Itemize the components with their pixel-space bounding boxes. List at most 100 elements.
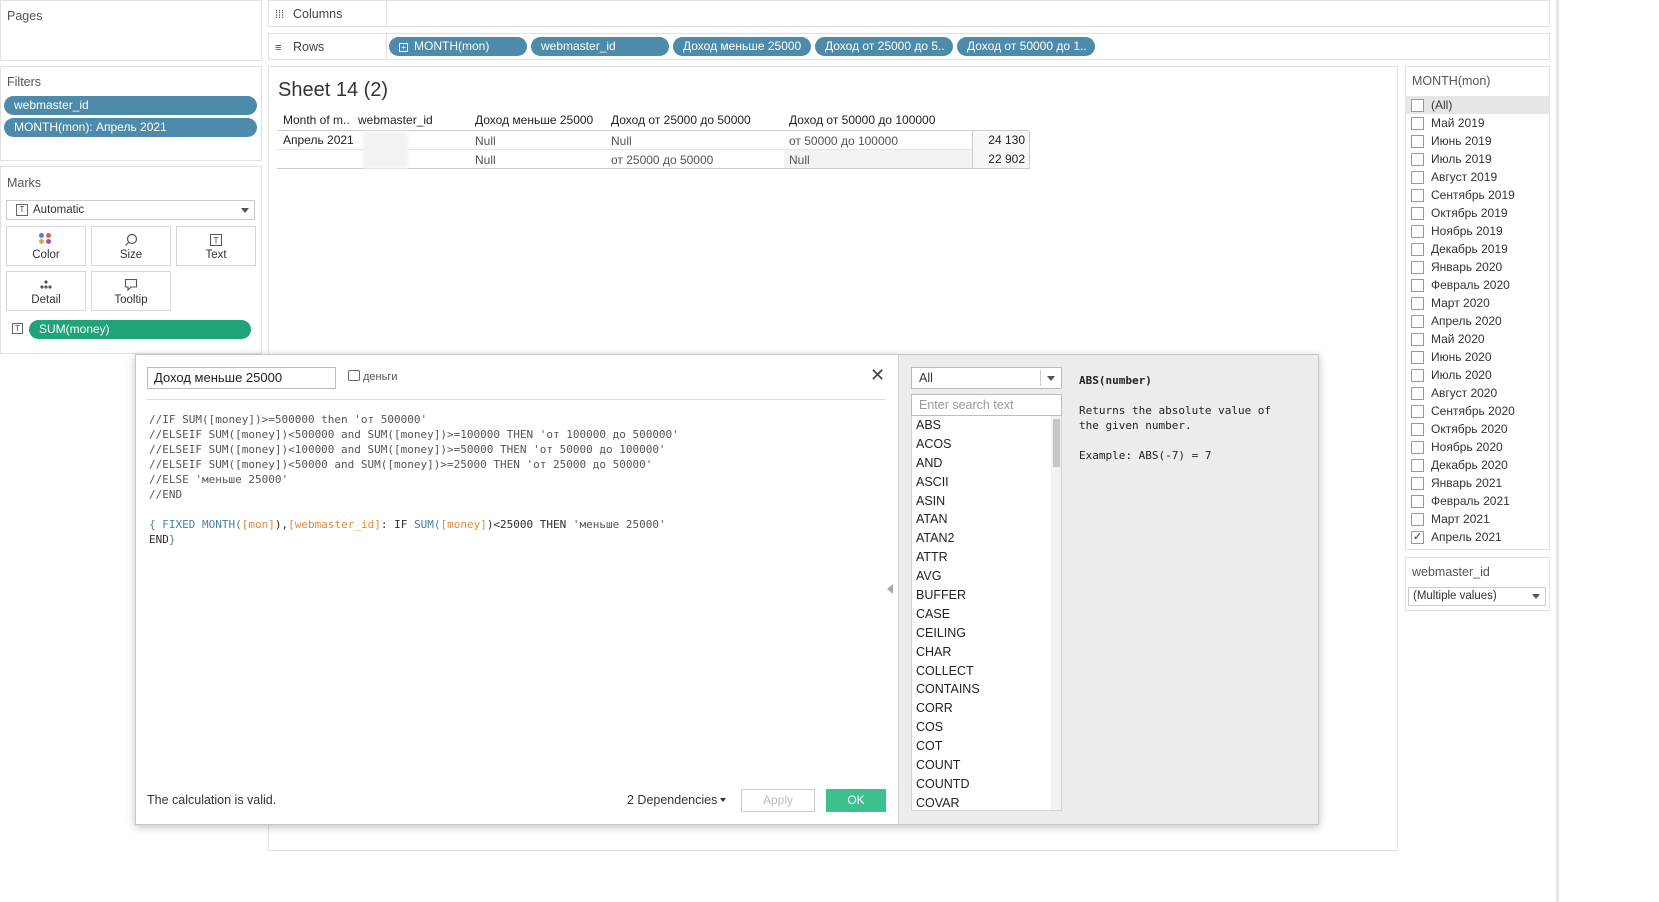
dependencies-dropdown[interactable]: 2 Dependencies (627, 793, 727, 807)
columns-shelf[interactable]: ⁞⁞⁞ Columns (268, 0, 1550, 27)
checkbox-icon[interactable] (1411, 351, 1424, 364)
function-list-item[interactable]: ATTR (912, 548, 1061, 567)
month-filter-item[interactable]: Ноябрь 2020 (1405, 438, 1550, 456)
calc-name-input[interactable]: Доход меньше 25000 (147, 367, 336, 389)
checkbox-icon[interactable] (1411, 459, 1424, 472)
rows-pill-income-less-25000[interactable]: Доход меньше 25000 (673, 37, 811, 56)
checkbox-icon[interactable] (1411, 279, 1424, 292)
filter-pill-webmaster-id[interactable]: webmaster_id (4, 96, 257, 115)
rows-pill-month[interactable]: + MONTH(mon) (389, 37, 527, 56)
filter-pill-month[interactable]: MONTH(mon): Апрель 2021 (4, 118, 257, 137)
function-list-item[interactable]: AVG (912, 567, 1061, 586)
checkbox-checked-icon[interactable]: ✓ (1411, 531, 1424, 544)
function-search-input[interactable]: Enter search text (911, 394, 1062, 416)
row2-value[interactable]: 22 902 (975, 152, 1025, 166)
function-list-item[interactable]: ATAN (912, 510, 1061, 529)
checkbox-icon[interactable] (1411, 369, 1424, 382)
month-filter-item[interactable]: Январь 2020 (1405, 258, 1550, 276)
checkbox-icon[interactable] (1411, 297, 1424, 310)
function-list-item[interactable]: CASE (912, 605, 1061, 624)
checkbox-icon[interactable] (1411, 261, 1424, 274)
checkbox-icon[interactable] (1411, 189, 1424, 202)
function-list-item[interactable]: CORR (912, 699, 1061, 718)
apply-button[interactable]: Apply (741, 789, 815, 812)
function-list-item[interactable]: ASIN (912, 492, 1061, 511)
month-filter-item[interactable]: Декабрь 2020 (1405, 456, 1550, 474)
color-button[interactable]: Color (6, 226, 86, 266)
checkbox-icon[interactable] (1411, 441, 1424, 454)
checkbox-icon[interactable] (1411, 495, 1424, 508)
month-filter-item[interactable]: (All) (1405, 96, 1550, 114)
function-list-item[interactable]: COLLECT (912, 662, 1061, 681)
month-filter-item[interactable]: Июнь 2019 (1405, 132, 1550, 150)
month-filter-item[interactable]: Август 2020 (1405, 384, 1550, 402)
function-list-item[interactable]: COUNT (912, 756, 1061, 775)
collapse-pane-icon[interactable] (887, 584, 893, 594)
function-list-item[interactable]: ASCII (912, 473, 1061, 492)
function-list-item[interactable]: CEILING (912, 624, 1061, 643)
month-filter-item[interactable]: Декабрь 2019 (1405, 240, 1550, 258)
month-filter-item[interactable]: ✓ Апрель 2021 (1405, 528, 1550, 546)
formula-editor[interactable]: //IF SUM([money])>=500000 then 'от 50000… (149, 412, 679, 547)
checkbox-icon[interactable] (1411, 243, 1424, 256)
function-list-item[interactable]: COS (912, 718, 1061, 737)
tooltip-button[interactable]: Tooltip (91, 271, 171, 311)
function-category-dropdown[interactable]: All (911, 367, 1062, 389)
checkbox-icon[interactable] (1411, 153, 1424, 166)
rows-pill-webmaster-id[interactable]: webmaster_id (531, 37, 669, 56)
function-list-item[interactable]: COVAR (912, 794, 1061, 810)
month-filter-item[interactable]: Июнь 2020 (1405, 348, 1550, 366)
function-list-item[interactable]: CHAR (912, 643, 1061, 662)
function-list-item[interactable]: ABS (912, 416, 1061, 435)
function-list-item[interactable]: COT (912, 737, 1061, 756)
function-list-item[interactable]: CONTAINS (912, 680, 1061, 699)
rows-pill-income-50000-100000[interactable]: Доход от 50000 до 1.. (957, 37, 1095, 56)
month-filter-item[interactable]: Ноябрь 2019 (1405, 222, 1550, 240)
scrollbar-thumb[interactable] (1053, 419, 1060, 467)
checkbox-icon[interactable] (1411, 225, 1424, 238)
month-filter-item[interactable]: Январь 2021 (1405, 474, 1550, 492)
function-list-item[interactable]: ACOS (912, 435, 1061, 454)
month-filter-item[interactable]: Октябрь 2020 (1405, 420, 1550, 438)
checkbox-icon[interactable] (1411, 99, 1424, 112)
month-filter-item[interactable]: Июль 2020 (1405, 366, 1550, 384)
month-filter-item[interactable]: Февраль 2021 (1405, 492, 1550, 510)
rows-pill-income-25000-50000[interactable]: Доход от 25000 до 5.. (815, 37, 953, 56)
webmaster-filter-dropdown[interactable]: (Multiple values) (1408, 587, 1546, 606)
month-filter-item[interactable]: Сентябрь 2020 (1405, 402, 1550, 420)
function-list-item[interactable]: ATAN2 (912, 529, 1061, 548)
checkbox-icon[interactable] (1411, 423, 1424, 436)
text-button[interactable]: T Text (176, 226, 256, 266)
function-list-item[interactable]: BUFFER (912, 586, 1061, 605)
month-filter-item[interactable]: Май 2019 (1405, 114, 1550, 132)
detail-button[interactable]: Detail (6, 271, 86, 311)
month-filter-item[interactable]: Май 2020 (1405, 330, 1550, 348)
month-filter-item[interactable]: Март 2021 (1405, 510, 1550, 528)
checkbox-icon[interactable] (1411, 171, 1424, 184)
month-filter-item[interactable]: Март 2020 (1405, 294, 1550, 312)
function-list-item[interactable]: AND (912, 454, 1061, 473)
close-icon[interactable]: ✕ (870, 365, 885, 386)
month-filter-item[interactable]: Апрель 2020 (1405, 312, 1550, 330)
checkbox-icon[interactable] (1411, 477, 1424, 490)
month-filter-item[interactable]: Октябрь 2019 (1405, 204, 1550, 222)
checkbox-icon[interactable] (1411, 405, 1424, 418)
function-list-item[interactable]: COUNTD (912, 775, 1061, 794)
month-filter-item[interactable]: Июль 2019 (1405, 150, 1550, 168)
checkbox-icon[interactable] (1411, 207, 1424, 220)
function-list-scrollbar[interactable] (1051, 416, 1061, 810)
checkbox-icon[interactable] (1411, 135, 1424, 148)
mark-type-dropdown[interactable]: T Automatic (6, 200, 255, 220)
month-filter-item[interactable]: Сентябрь 2019 (1405, 186, 1550, 204)
checkbox-icon[interactable] (1411, 387, 1424, 400)
checkbox-icon[interactable] (1411, 333, 1424, 346)
month-filter-item[interactable]: Февраль 2020 (1405, 276, 1550, 294)
checkbox-icon[interactable] (1411, 117, 1424, 130)
ok-button[interactable]: OK (826, 789, 886, 812)
month-filter-item[interactable]: Август 2019 (1405, 168, 1550, 186)
checkbox-icon[interactable] (1411, 315, 1424, 328)
checkbox-icon[interactable] (1411, 513, 1424, 526)
row1-value[interactable]: 24 130 (975, 133, 1025, 147)
marks-field-sum-money[interactable]: SUM(money) (29, 320, 251, 339)
size-button[interactable]: Size (91, 226, 171, 266)
